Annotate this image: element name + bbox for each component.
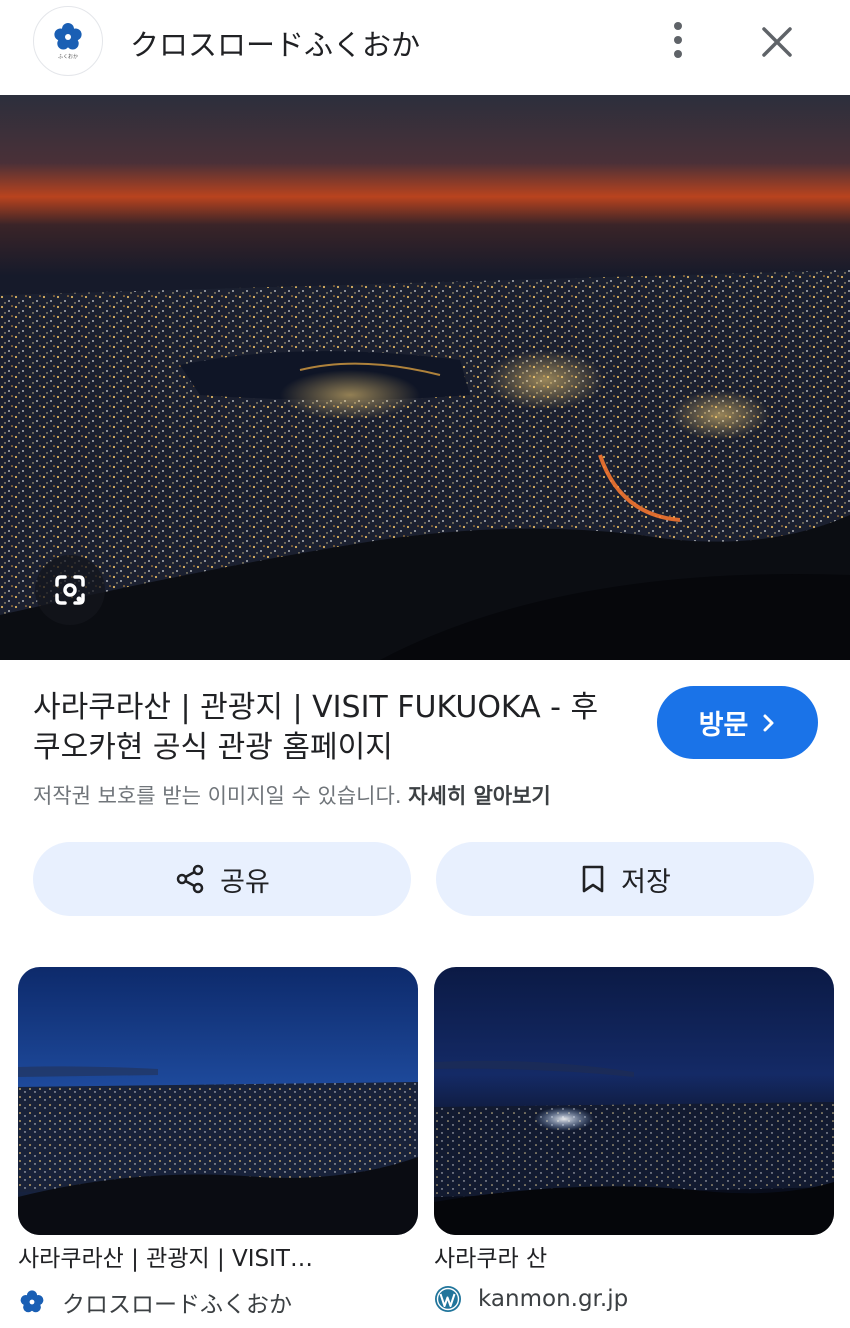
share-icon [176, 864, 204, 894]
related-source[interactable]: kanmon.gr.jp [434, 1285, 834, 1313]
share-button-label: 공유 [220, 866, 270, 898]
top-bar: ふくおか クロスロードふくおか [0, 0, 850, 90]
learn-more-link[interactable]: 자세히 알아보기 [408, 784, 551, 808]
related-title[interactable]: 사라쿠라 산 [434, 1243, 834, 1277]
wordpress-icon [434, 1285, 462, 1313]
related-card[interactable]: 사라쿠라 산 kanmon.gr.jp [434, 967, 834, 1313]
save-button[interactable]: 저장 [436, 842, 814, 916]
related-source-name: kanmon.gr.jp [478, 1286, 629, 1312]
related-card[interactable]: 사라쿠라산 | 관광지 | VISIT… クロスロードふくおか [18, 967, 418, 1319]
related-source-name: クロスロードふくおか [62, 1292, 292, 1318]
copyright-text: 저작권 보호를 받는 이미지일 수 있습니다. [33, 784, 402, 808]
related-thumbnail[interactable] [434, 967, 834, 1235]
crossroad-fukuoka-logo-icon [18, 1288, 46, 1316]
bookmark-icon [582, 865, 604, 893]
save-button-label: 저장 [621, 866, 671, 898]
crossroad-fukuoka-logo-icon[interactable]: ふくおか [33, 6, 103, 76]
copyright-notice: 저작권 보호를 받는 이미지일 수 있습니다. 자세히 알아보기 [33, 780, 551, 810]
share-button[interactable]: 공유 [33, 842, 411, 916]
chevron-right-icon [763, 714, 774, 731]
related-source[interactable]: クロスロードふくおか [18, 1285, 418, 1319]
result-title[interactable]: 사라쿠라산 | 관광지 | VISIT FUKUOKA - 후쿠오카현 공식 관… [33, 688, 623, 768]
close-icon[interactable] [755, 20, 799, 64]
related-thumbnail[interactable] [18, 967, 418, 1235]
google-lens-icon[interactable] [35, 555, 105, 625]
hero-image[interactable] [0, 95, 850, 660]
visit-button[interactable]: 방문 [657, 686, 818, 759]
visit-button-label: 방문 [698, 710, 749, 741]
related-title[interactable]: 사라쿠라산 | 관광지 | VISIT… [18, 1243, 418, 1277]
site-name[interactable]: クロスロードふくおか [130, 22, 420, 64]
more-vert-icon[interactable] [660, 18, 696, 62]
